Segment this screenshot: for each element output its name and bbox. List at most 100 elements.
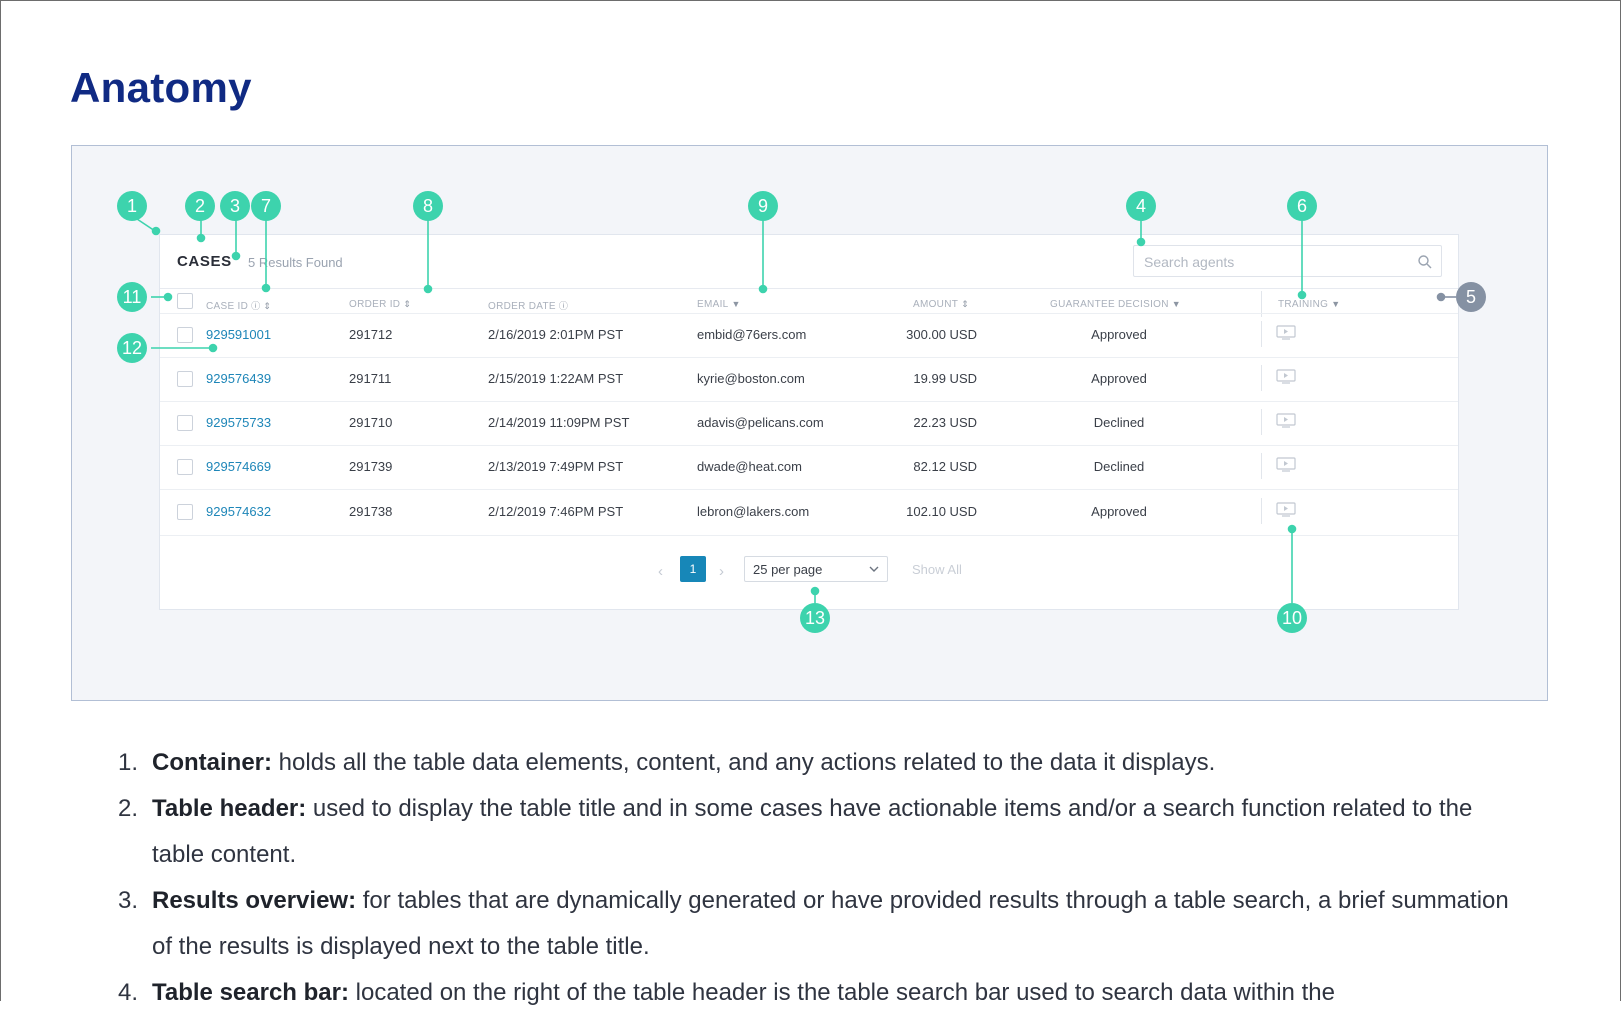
description-text: holds all the table data elements, conte…	[272, 749, 1216, 776]
table-search-bar[interactable]	[1133, 245, 1442, 277]
callout-2: 2	[185, 191, 215, 221]
row-divider	[160, 401, 1458, 402]
row-checkbox[interactable]	[177, 371, 193, 387]
callout-5: 5	[1456, 282, 1486, 312]
callout-8: 8	[413, 191, 443, 221]
amount-cell: 300.00 USD	[906, 327, 977, 342]
header-divider	[160, 288, 1458, 289]
info-icon[interactable]: ⓘ	[559, 301, 568, 311]
column-divider	[1261, 321, 1262, 347]
training-video-icon[interactable]	[1276, 325, 1296, 340]
order-id-cell: 291712	[349, 327, 393, 342]
decision-cell: Declined	[1093, 415, 1145, 430]
email-cell: embid@76ers.com	[697, 327, 807, 342]
per-page-select[interactable]: 25 per page	[744, 556, 888, 582]
decision-cell: Approved	[1091, 371, 1147, 386]
order-date-cell: 2/13/2019 7:49PM PST	[488, 459, 624, 474]
filter-icon[interactable]: ▼	[1172, 299, 1181, 309]
description-text: for tables that are dynamically generate…	[152, 887, 1509, 960]
description-item: 3. Results overview: for tables that are …	[118, 887, 1509, 960]
anatomy-figure: CASES 5 Results Found CASE IDⓘ ⇕ ORDER I…	[71, 145, 1548, 701]
decision-cell: Declined	[1093, 459, 1145, 474]
row-checkbox[interactable]	[177, 504, 193, 520]
filter-icon[interactable]: ▼	[732, 299, 741, 309]
callout-7: 7	[251, 191, 281, 221]
description-term: Results overview:	[152, 887, 357, 914]
training-video-icon[interactable]	[1276, 369, 1296, 384]
row-checkbox[interactable]	[177, 459, 193, 475]
description-term: Table header:	[152, 795, 307, 822]
callout-9: 9	[748, 191, 778, 221]
row-divider	[160, 313, 1458, 314]
anatomy-descriptions: 1. Container: holds all the table data el…	[118, 740, 1528, 1016]
sort-icon[interactable]: ⓘ ⇕	[251, 301, 271, 311]
training-video-icon[interactable]	[1276, 457, 1296, 472]
page-title: Anatomy	[70, 64, 252, 111]
per-page-value: 25 per page	[753, 562, 823, 577]
email-cell: lebron@lakers.com	[697, 504, 810, 519]
row-divider	[160, 445, 1458, 446]
row-divider	[160, 357, 1458, 358]
table-title: CASES	[177, 253, 232, 270]
amount-cell: 22.23 USD	[913, 415, 977, 430]
amount-cell: 102.10 USD	[906, 504, 977, 519]
description-item: 4. Table search bar: located on the right…	[118, 979, 1335, 1006]
row-divider	[160, 535, 1458, 536]
sort-icon[interactable]: ⇕	[403, 299, 411, 309]
column-header-order-id[interactable]: ORDER ID ⇕	[349, 299, 411, 310]
column-divider	[1261, 453, 1262, 479]
column-header-email[interactable]: EMAIL ▼	[697, 299, 741, 310]
row-checkbox[interactable]	[177, 415, 193, 431]
callout-6: 6	[1287, 191, 1317, 221]
order-date-cell: 2/12/2019 7:46PM PST	[488, 504, 624, 519]
description-text: used to display the table title and in s…	[152, 795, 1473, 868]
callout-3: 3	[220, 191, 250, 221]
table-container: CASES 5 Results Found CASE IDⓘ ⇕ ORDER I…	[159, 234, 1459, 610]
pagination-prev-button[interactable]: ‹	[658, 563, 663, 580]
case-id-link[interactable]: 929576439	[206, 371, 271, 386]
callout-10: 10	[1277, 603, 1307, 633]
column-header-guarantee-decision[interactable]: GUARANTEE DECISION ▼	[1050, 299, 1181, 310]
callout-12: 12	[117, 333, 147, 363]
description-term: Table search bar:	[152, 979, 349, 1006]
callout-4: 4	[1126, 191, 1156, 221]
callout-11: 11	[117, 282, 147, 312]
row-checkbox[interactable]	[177, 327, 193, 343]
order-date-cell: 2/14/2019 11:09PM PST	[488, 415, 630, 430]
email-cell: dwade@heat.com	[697, 459, 802, 474]
show-all-link[interactable]: Show All	[912, 562, 962, 577]
column-divider	[1261, 365, 1262, 391]
case-id-link[interactable]: 929591001	[206, 327, 271, 342]
search-icon[interactable]	[1417, 254, 1433, 270]
order-date-cell: 2/16/2019 2:01PM PST	[488, 327, 624, 342]
callout-1: 1	[117, 191, 147, 221]
column-header-training[interactable]: TRAINING ▼	[1278, 299, 1340, 310]
order-id-cell: 291711	[349, 371, 392, 386]
sort-icon[interactable]: ⇕	[961, 299, 969, 309]
case-id-link[interactable]: 929574632	[206, 504, 271, 519]
column-header-case-id[interactable]: CASE ID ⓘ ⇕	[206, 299, 271, 312]
row-divider	[160, 489, 1458, 490]
training-video-icon[interactable]	[1276, 502, 1296, 517]
column-header-order-date[interactable]: ORDER DATE ⓘ	[488, 299, 568, 312]
amount-cell: 82.12 USD	[913, 459, 977, 474]
description-term: Container:	[152, 749, 272, 776]
pagination-next-button[interactable]: ›	[719, 563, 724, 580]
case-id-link[interactable]: 929575733	[206, 415, 271, 430]
search-input[interactable]	[1142, 251, 1416, 273]
filter-icon[interactable]: ▼	[1331, 299, 1340, 309]
email-cell: adavis@pelicans.com	[697, 415, 824, 430]
amount-cell: 19.99 USD	[913, 371, 977, 386]
column-divider	[1261, 498, 1262, 524]
description-item: 2. Table header: used to display the tabl…	[118, 795, 1473, 868]
chevron-down-icon	[869, 566, 879, 572]
email-cell: kyrie@boston.com	[697, 371, 805, 386]
order-date-cell: 2/15/2019 1:22AM PST	[488, 371, 624, 386]
pagination-page-1[interactable]: 1	[680, 556, 706, 582]
select-all-checkbox[interactable]	[177, 293, 193, 309]
decision-cell: Approved	[1091, 504, 1147, 519]
training-video-icon[interactable]	[1276, 413, 1296, 428]
description-item: 1. Container: holds all the table data el…	[118, 749, 1216, 776]
case-id-link[interactable]: 929574669	[206, 459, 271, 474]
column-header-amount[interactable]: AMOUNT ⇕	[913, 299, 969, 310]
